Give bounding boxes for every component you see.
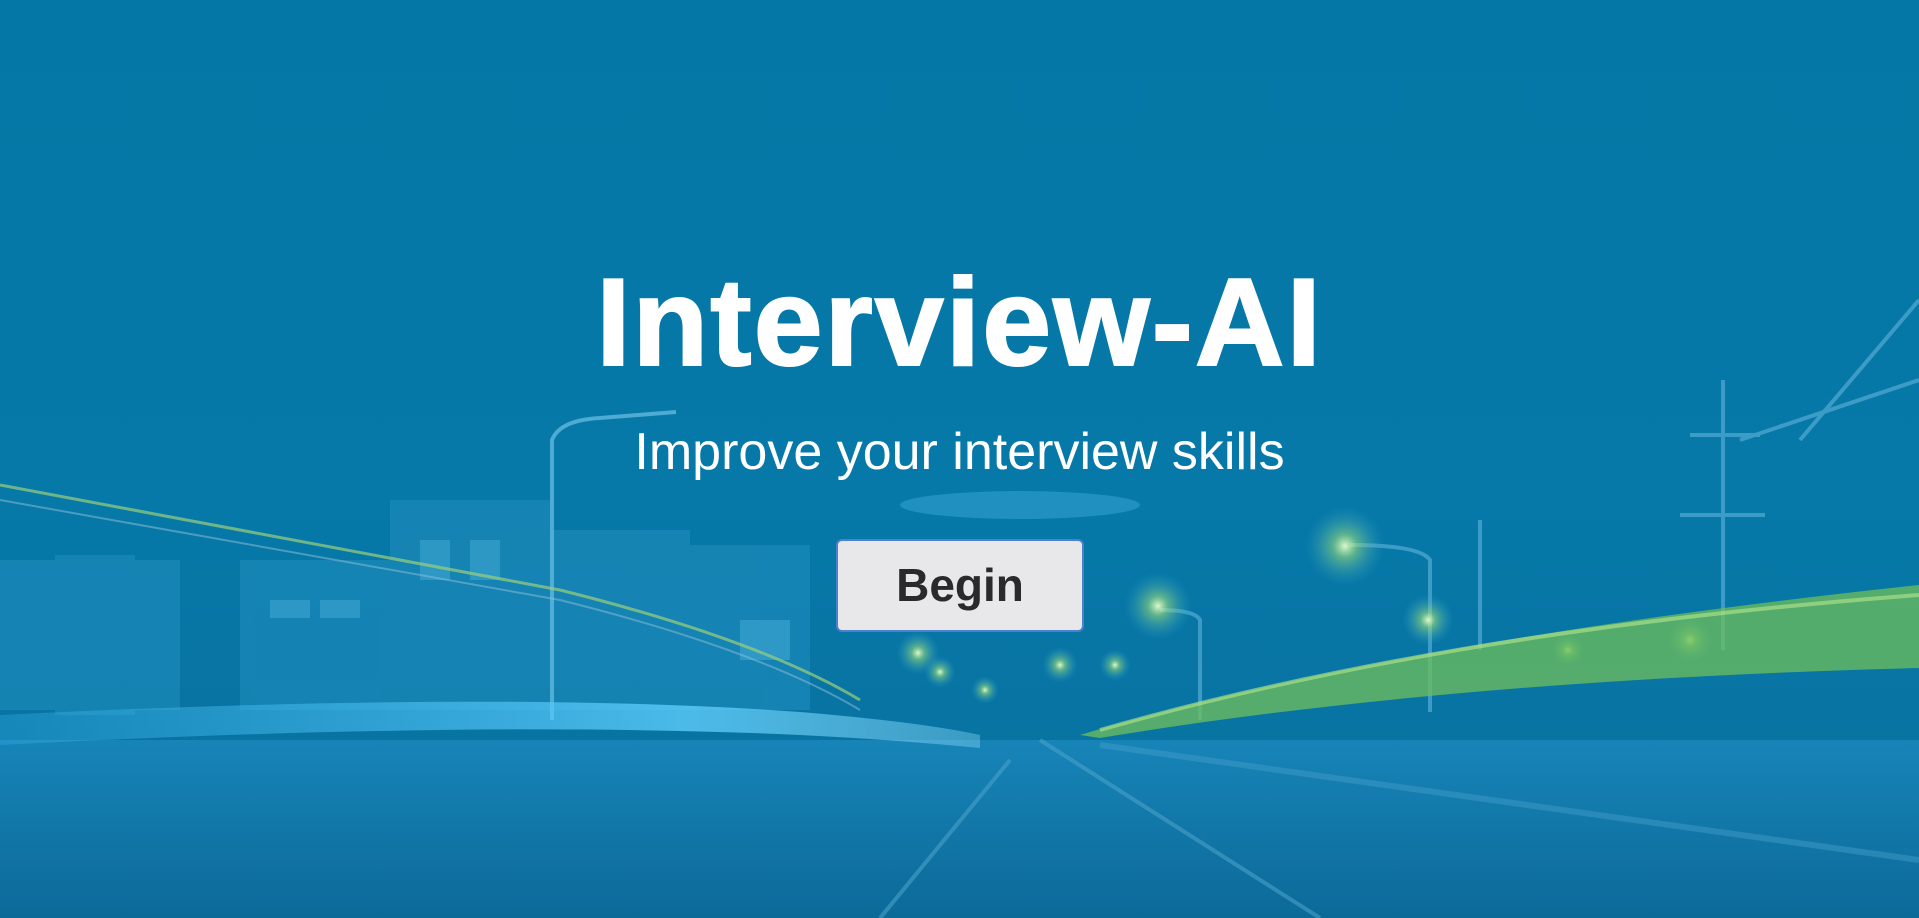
horizon-haze xyxy=(900,491,1140,519)
road-surface xyxy=(0,740,1919,918)
begin-button[interactable]: Begin xyxy=(836,539,1084,632)
page-subtitle: Improve your interview skills xyxy=(634,423,1285,481)
page-title: Interview-AI xyxy=(595,253,1323,393)
hero-section: Interview-AI Improve your interview skil… xyxy=(0,0,1919,918)
